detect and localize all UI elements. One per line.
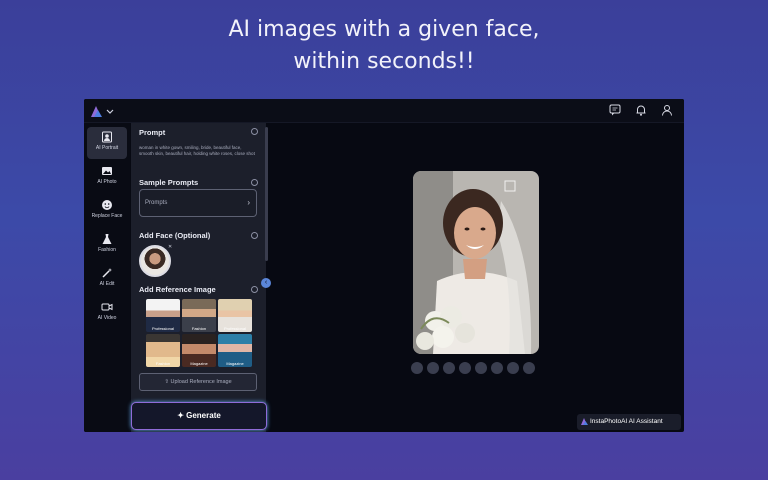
- add-face-title: Add Face (Optional): [139, 231, 211, 240]
- panel-scrollbar[interactable]: [265, 127, 268, 261]
- magic-wand-icon: [102, 268, 112, 278]
- face-icon: [102, 200, 112, 210]
- collapse-panel-icon[interactable]: ‹: [261, 278, 271, 288]
- more-icon[interactable]: [523, 362, 535, 374]
- rail-item-ai-portrait[interactable]: AI Portrait: [87, 127, 127, 159]
- face-thumbnail[interactable]: [139, 245, 171, 277]
- info-icon[interactable]: [251, 232, 258, 239]
- reference-caption: Professional: [151, 326, 174, 331]
- user-icon[interactable]: [660, 103, 674, 117]
- info-icon[interactable]: [251, 179, 258, 186]
- headline-line-1: AI images with a given face,: [228, 17, 540, 42]
- image-tool-icon[interactable]: [427, 362, 439, 374]
- sparkle-icon: ✦: [177, 411, 187, 420]
- reference-image[interactable]: Fashion: [146, 334, 180, 367]
- dress-icon: [102, 234, 112, 244]
- rail-item-label: AI Edit: [99, 281, 115, 287]
- sample-prompts-select[interactable]: Prompts ›: [139, 189, 257, 217]
- ai-assistant-label: InstaPhotoAI AI Assistant: [590, 418, 663, 425]
- logo-icon: [581, 418, 588, 425]
- chat-icon[interactable]: [608, 103, 622, 117]
- reference-caption: Fashion: [191, 326, 207, 331]
- rail-item-label: AI Portrait: [95, 145, 119, 151]
- prompt-input[interactable]: woman in white gown, smiling, bride, bea…: [139, 145, 257, 167]
- reference-title: Add Reference Image: [139, 285, 216, 294]
- crop-tool-icon[interactable]: [443, 362, 455, 374]
- rail-item-label: AI Video: [97, 315, 117, 321]
- reference-caption: Fashion: [155, 361, 171, 366]
- rail-item-ai-edit[interactable]: AI Edit: [87, 263, 127, 295]
- generated-image-preview[interactable]: [413, 171, 539, 354]
- reference-caption: Magazine: [190, 361, 208, 366]
- link-tool-icon[interactable]: [459, 362, 471, 374]
- remove-face-icon[interactable]: ✕: [168, 244, 172, 250]
- tool-rail: AI Portrait AI Photo Replace Face Fashio…: [84, 123, 130, 432]
- reference-caption: Magazine: [226, 361, 244, 366]
- sample-prompts-title: Sample Prompts: [139, 178, 199, 187]
- info-icon[interactable]: [251, 128, 258, 135]
- download-icon[interactable]: [507, 362, 519, 374]
- image-toolbar: [411, 362, 535, 374]
- rail-item-fashion[interactable]: Fashion: [87, 229, 127, 261]
- face-tool-icon[interactable]: [411, 362, 423, 374]
- app-window: AI Portrait AI Photo Replace Face Fashio…: [84, 99, 684, 432]
- reference-image-grid: Professional Fashion Professional Fashio…: [146, 299, 252, 369]
- bell-icon[interactable]: [634, 103, 648, 117]
- reference-image[interactable]: Professional: [146, 299, 180, 332]
- reference-image[interactable]: Magazine: [218, 334, 252, 367]
- photo-icon: [102, 167, 112, 175]
- video-icon: [101, 303, 113, 311]
- reference-image[interactable]: Fashion: [182, 299, 216, 332]
- rail-item-label: AI Photo: [97, 179, 117, 185]
- sample-prompts-label: Prompts: [145, 200, 168, 206]
- rail-item-replace-face[interactable]: Replace Face: [87, 195, 127, 227]
- top-bar: [84, 99, 684, 123]
- magic-tool-icon[interactable]: [491, 362, 503, 374]
- headline: AI images with a given face, within seco…: [0, 14, 768, 78]
- rail-item-ai-video[interactable]: AI Video: [87, 297, 127, 329]
- info-icon[interactable]: [251, 286, 258, 293]
- reference-caption: Professional: [223, 326, 246, 331]
- prompt-title: Prompt: [139, 128, 166, 137]
- settings-panel: Prompt woman in white gown, smiling, bri…: [131, 123, 266, 432]
- generate-label: Generate: [186, 411, 221, 420]
- reference-image[interactable]: Magazine: [182, 334, 216, 367]
- headline-line-2: within seconds!!: [293, 49, 475, 74]
- rail-item-label: Fashion: [98, 247, 116, 253]
- enhance-tool-icon[interactable]: [475, 362, 487, 374]
- generate-button[interactable]: ✦ Generate: [131, 402, 267, 430]
- ai-assistant-button[interactable]: InstaPhotoAI AI Assistant: [577, 414, 681, 430]
- reference-image[interactable]: Professional: [218, 299, 252, 332]
- upload-reference-button[interactable]: ⇧ Upload Reference Image: [139, 373, 257, 391]
- logo-icon[interactable]: [89, 104, 115, 118]
- portrait-icon: [102, 131, 112, 143]
- upload-reference-label: Upload Reference Image: [170, 379, 232, 385]
- rail-item-label: Replace Face: [91, 213, 123, 219]
- rail-item-ai-photo[interactable]: AI Photo: [87, 161, 127, 193]
- bride-portrait-image: [413, 171, 539, 354]
- chevron-right-icon: ›: [247, 198, 250, 207]
